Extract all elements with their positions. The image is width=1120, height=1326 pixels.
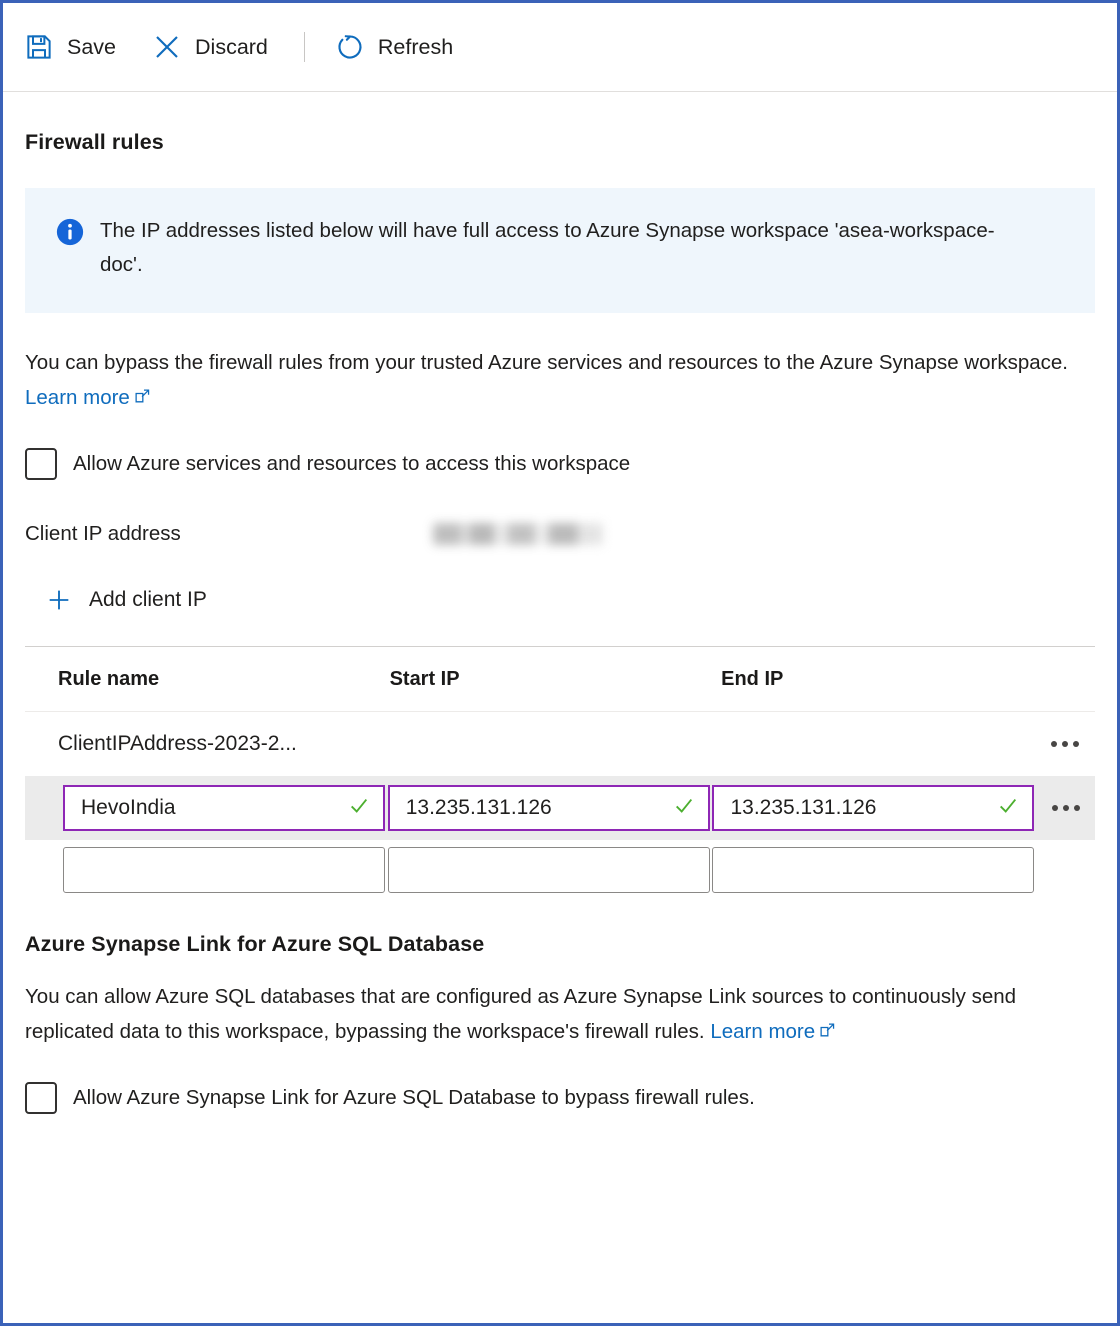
- allow-azure-services-checkbox[interactable]: Allow Azure services and resources to ac…: [25, 448, 630, 480]
- synapse-link-description: You can allow Azure SQL databases that a…: [25, 979, 1050, 1050]
- toolbar-separator: [304, 32, 305, 62]
- start-ip-input-value: 13.235.131.126: [406, 796, 552, 820]
- new-start-ip-input[interactable]: [388, 847, 710, 893]
- end-ip-input[interactable]: 13.235.131.126: [712, 785, 1034, 831]
- plus-icon: [45, 586, 73, 614]
- table-row[interactable]: ClientIPAddress-2023-2...: [25, 712, 1095, 776]
- rule-name-input[interactable]: HevoIndia: [63, 785, 385, 831]
- info-banner-text: The IP addresses listed below will have …: [100, 214, 1000, 282]
- firewall-learn-more-label: Learn more: [25, 386, 130, 409]
- checkmark-icon: [673, 795, 695, 822]
- firewall-settings-page: Save Discard Refresh Firewall rules: [0, 0, 1120, 1326]
- discard-button[interactable]: Discard: [150, 26, 278, 68]
- firewall-rules-heading: Firewall rules: [25, 130, 1095, 155]
- external-link-icon: [819, 1015, 836, 1050]
- client-ip-address-label: Client IP address: [25, 522, 433, 546]
- column-header-rule-name: Rule name: [58, 668, 390, 691]
- more-options-ellipsis-icon[interactable]: [1046, 797, 1086, 819]
- checkmark-icon: [997, 795, 1019, 822]
- end-ip-input-value: 13.235.131.126: [730, 796, 876, 820]
- info-banner: The IP addresses listed below will have …: [25, 188, 1095, 313]
- new-end-ip-input[interactable]: [712, 847, 1034, 893]
- column-header-end-ip: End IP: [721, 668, 1036, 691]
- command-toolbar: Save Discard Refresh: [3, 3, 1117, 92]
- allow-synapse-link-bypass-label: Allow Azure Synapse Link for Azure SQL D…: [73, 1086, 755, 1110]
- info-circle-icon: [55, 217, 85, 252]
- new-rule-name-input[interactable]: [63, 847, 385, 893]
- refresh-button-label: Refresh: [378, 35, 453, 60]
- synapse-link-description-text: You can allow Azure SQL databases that a…: [25, 985, 1016, 1043]
- settings-content: Firewall rules The IP addresses listed b…: [3, 130, 1117, 1114]
- cell-rule-name: ClientIPAddress-2023-2...: [58, 732, 390, 756]
- save-floppy-icon: [24, 32, 54, 62]
- synapse-link-learn-more-label: Learn more: [710, 1020, 815, 1043]
- more-options-ellipsis-icon[interactable]: [1045, 733, 1085, 755]
- refresh-circular-arrow-icon: [335, 32, 365, 62]
- checkbox-box[interactable]: [25, 1082, 57, 1114]
- allow-azure-services-label: Allow Azure services and resources to ac…: [73, 452, 630, 476]
- firewall-rules-table: Rule name Start IP End IP ClientIPAddres…: [25, 647, 1095, 900]
- column-header-start-ip: Start IP: [390, 668, 722, 691]
- synapse-link-heading: Azure Synapse Link for Azure SQL Databas…: [25, 932, 1095, 957]
- table-row-new-entry[interactable]: [25, 840, 1095, 900]
- close-x-icon: [152, 32, 182, 62]
- allow-synapse-link-bypass-checkbox[interactable]: Allow Azure Synapse Link for Azure SQL D…: [25, 1082, 755, 1114]
- checkmark-icon: [348, 795, 370, 822]
- bypass-description: You can bypass the firewall rules from y…: [25, 345, 1095, 416]
- firewall-learn-more-link[interactable]: Learn more: [25, 386, 151, 409]
- table-row[interactable]: HevoIndia 13.235.131.126: [25, 776, 1095, 840]
- save-button-label: Save: [67, 35, 116, 60]
- external-link-icon: [134, 381, 151, 416]
- add-client-ip-button[interactable]: Add client IP: [41, 580, 217, 620]
- client-ip-address-value-redacted: [433, 523, 603, 545]
- add-client-ip-label: Add client IP: [89, 588, 207, 612]
- refresh-button[interactable]: Refresh: [333, 26, 463, 68]
- client-ip-address-row: Client IP address: [25, 522, 1095, 546]
- rule-name-input-value: HevoIndia: [81, 796, 176, 820]
- bypass-description-text: You can bypass the firewall rules from y…: [25, 351, 1068, 374]
- save-button[interactable]: Save: [22, 26, 126, 68]
- synapse-link-learn-more-link[interactable]: Learn more: [710, 1020, 836, 1043]
- checkbox-box[interactable]: [25, 448, 57, 480]
- table-header-row: Rule name Start IP End IP: [25, 647, 1095, 711]
- discard-button-label: Discard: [195, 35, 268, 60]
- start-ip-input[interactable]: 13.235.131.126: [388, 785, 710, 831]
